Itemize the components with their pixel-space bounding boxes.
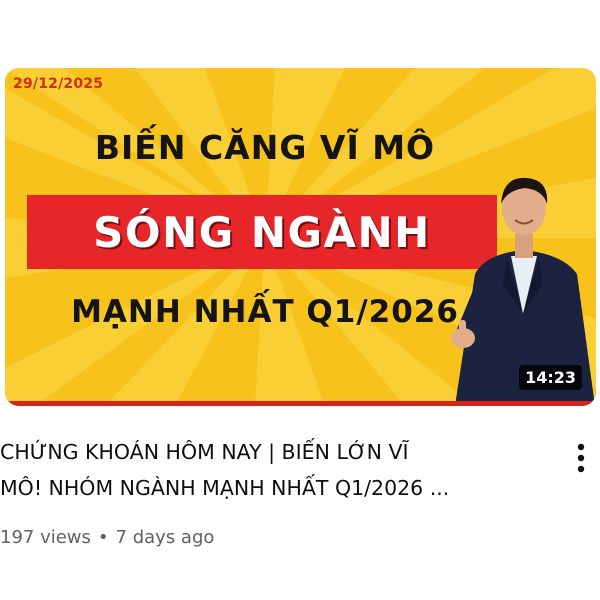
video-title[interactable]: CHỨNG KHOÁN HÔM NAY | BIẾN LỚN VĨ MÔ! NH… [0, 434, 545, 506]
thumbnail-banner-text: SÓNG NGÀNH [93, 207, 431, 257]
video-metadata: 197 views • 7 days ago [0, 527, 214, 548]
view-count: 197 views [0, 527, 91, 548]
thumbnail-progress-bar [5, 401, 596, 406]
meta-separator: • [97, 527, 109, 548]
more-options-button[interactable] [568, 436, 594, 480]
thumbnail-headline-top: BIẾN CĂNG VĨ MÔ [94, 128, 436, 167]
thumbnail-red-banner: SÓNG NGÀNH [27, 195, 497, 269]
more-vert-icon [577, 443, 585, 473]
thumbnail-date: 29/12/2025 [13, 76, 104, 92]
video-thumbnail[interactable]: 29/12/2025 BIẾN CĂNG VĨ MÔ SÓNG NGÀNH MẠ… [5, 68, 596, 406]
duration-badge: 14:23 [519, 365, 582, 390]
upload-age: 7 days ago [115, 527, 215, 548]
